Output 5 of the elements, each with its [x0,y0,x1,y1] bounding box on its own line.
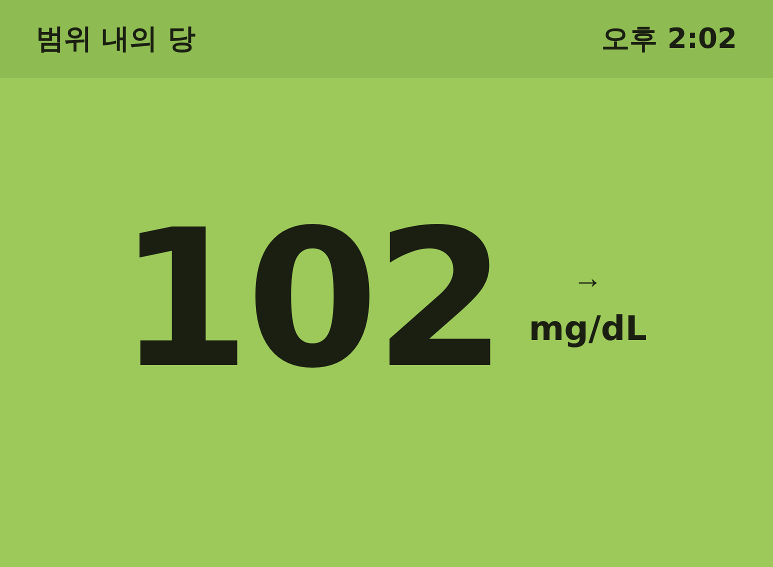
header-title: 범위 내의 당 [36,21,196,57]
glucose-value: 102 [118,204,503,394]
unit-label: mg/dL [528,312,647,346]
clock-time: 오후 2:02 [602,21,737,57]
trend-arrow: → [572,264,603,294]
